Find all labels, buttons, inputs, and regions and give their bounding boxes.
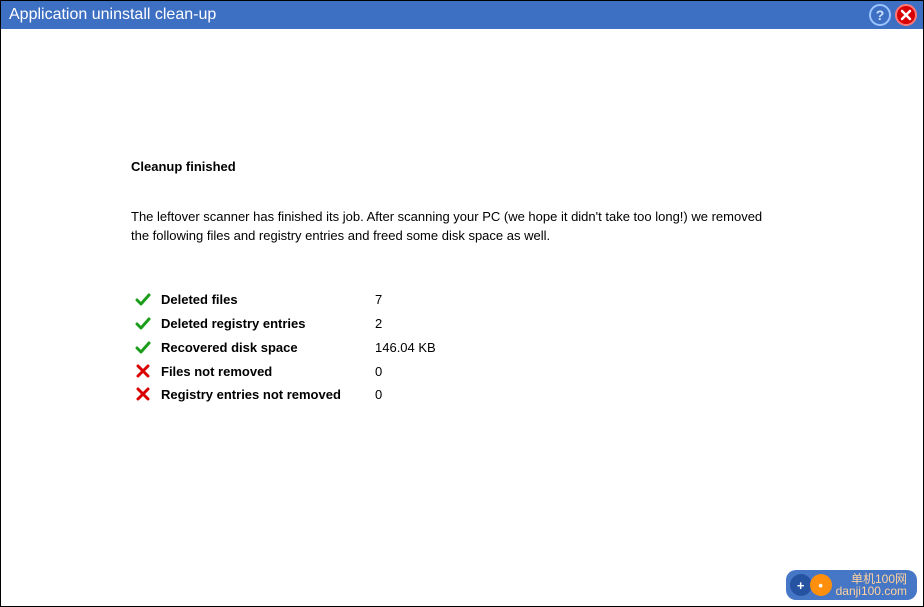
stat-value: 7 xyxy=(375,292,382,307)
check-icon xyxy=(131,316,155,332)
stat-value: 0 xyxy=(375,364,382,379)
stat-row: Deleted files7 xyxy=(131,292,923,308)
page-description: The leftover scanner has finished its jo… xyxy=(131,208,771,246)
help-button[interactable]: ? xyxy=(869,4,891,26)
stat-label: Recovered disk space xyxy=(155,340,375,355)
watermark-dot-icon: • xyxy=(810,574,832,596)
watermark: + • 单机100网 danji100.com xyxy=(786,570,917,600)
stats-list: Deleted files7Deleted registry entries2R… xyxy=(131,292,923,402)
stat-label: Deleted registry entries xyxy=(155,316,375,331)
stat-value: 0 xyxy=(375,387,382,402)
watermark-line2: danji100.com xyxy=(836,585,907,597)
titlebar: Application uninstall clean-up ? xyxy=(1,1,923,29)
cross-icon xyxy=(131,364,155,378)
check-icon xyxy=(131,292,155,308)
stat-row: Recovered disk space146.04 KB xyxy=(131,340,923,356)
stat-value: 2 xyxy=(375,316,382,331)
stat-row: Files not removed0 xyxy=(131,364,923,379)
content-area: Cleanup finished The leftover scanner ha… xyxy=(1,29,923,606)
close-button[interactable] xyxy=(895,4,917,26)
stat-label: Files not removed xyxy=(155,364,375,379)
watermark-plus-icon: + xyxy=(790,574,812,596)
stat-row: Registry entries not removed0 xyxy=(131,387,923,402)
stat-label: Deleted files xyxy=(155,292,375,307)
page-heading: Cleanup finished xyxy=(131,159,923,174)
stat-value: 146.04 KB xyxy=(375,340,436,355)
cross-icon xyxy=(131,387,155,401)
window-title: Application uninstall clean-up xyxy=(9,6,865,24)
stat-row: Deleted registry entries2 xyxy=(131,316,923,332)
stat-label: Registry entries not removed xyxy=(155,387,375,402)
check-icon xyxy=(131,340,155,356)
help-icon: ? xyxy=(876,7,885,23)
close-icon xyxy=(900,9,912,21)
